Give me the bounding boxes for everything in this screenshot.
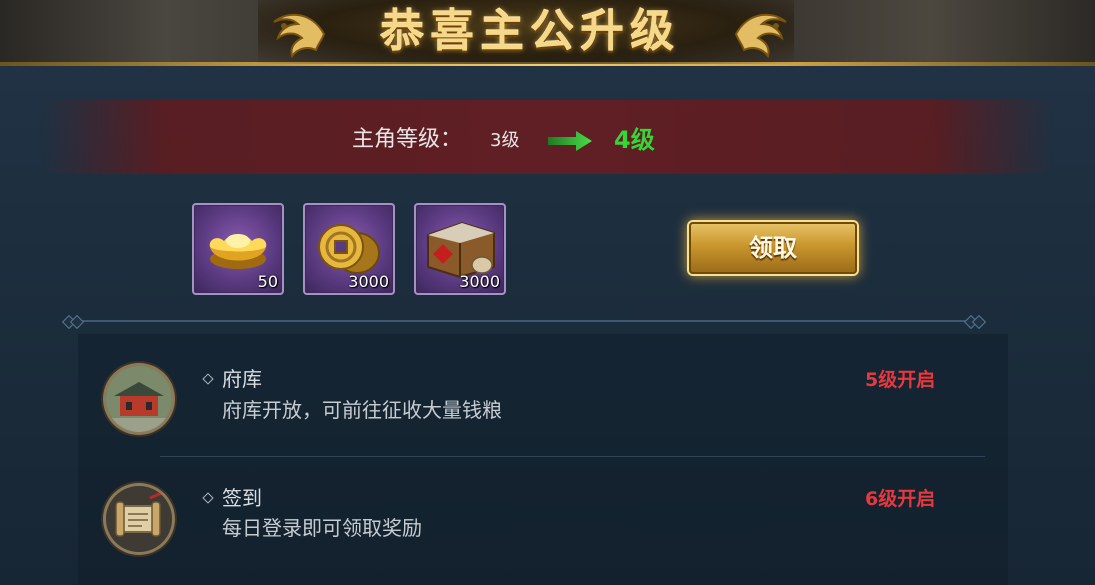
treasury-building-icon	[106, 366, 172, 432]
level-to: 4级	[614, 126, 655, 154]
bullet-diamond-icon	[202, 372, 214, 385]
feature-unlock-level: 5级开启	[865, 369, 936, 391]
arrow-right-icon	[548, 131, 592, 151]
page-title: 恭喜主公升级	[380, 6, 680, 57]
reward-slot-grain[interactable]: 3000	[414, 203, 506, 295]
bullet-diamond-icon	[202, 491, 214, 504]
grain-crate-icon	[427, 221, 495, 279]
reward-slot-gold[interactable]: 50	[192, 203, 284, 295]
feature-name: 签到	[202, 484, 262, 512]
gold-ingot-icon	[209, 234, 267, 269]
feature-unlock-level: 6级开启	[865, 488, 936, 510]
feature-description: 每日登录即可领取奖励	[222, 516, 422, 540]
feature-description: 府库开放，可前往征收大量钱粮	[222, 398, 502, 422]
dragon-ornament-icon	[273, 13, 326, 59]
level-label: 主角等级：	[352, 127, 463, 152]
reward-quantity: 50	[257, 272, 278, 291]
section-divider	[61, 314, 987, 330]
reward-quantity: 3000	[459, 272, 500, 291]
reward-quantity: 3000	[348, 272, 389, 291]
copper-coins-icon	[318, 224, 380, 274]
sign-in-scroll-icon	[106, 486, 172, 552]
row-divider	[160, 456, 985, 457]
reward-slot-coins[interactable]: 3000	[303, 203, 395, 295]
claim-button[interactable]: 领取	[689, 222, 857, 274]
feature-name: 府库	[202, 365, 262, 393]
dragon-ornament-icon	[734, 13, 787, 59]
level-from: 3级	[490, 130, 520, 151]
